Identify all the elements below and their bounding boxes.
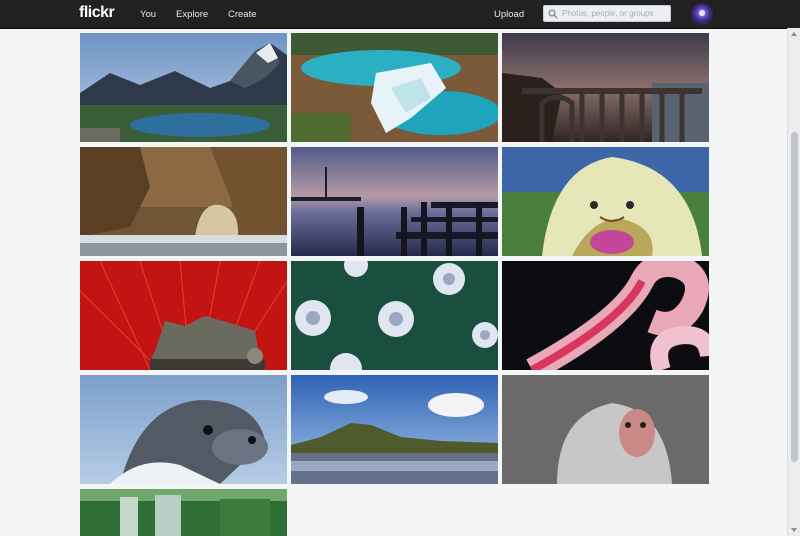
photo-tile-quadriga-fireworks[interactable] (80, 261, 287, 370)
scroll-thumb[interactable] (791, 132, 798, 462)
scroll-up-arrow-icon[interactable] (791, 32, 797, 36)
vertical-scrollbar[interactable] (787, 28, 800, 536)
search-icon (548, 9, 558, 19)
flickr-logo[interactable]: flickr (79, 4, 115, 22)
top-navigation-bar: flickr You Explore Create Upload (0, 0, 800, 29)
upload-link[interactable]: Upload (494, 9, 524, 20)
nav-you[interactable]: You (140, 9, 156, 20)
photo-tile-hill-landscape[interactable] (291, 375, 498, 484)
search-box[interactable] (543, 5, 671, 22)
photo-tile-seal[interactable] (80, 375, 287, 484)
photo-tile-turquoise-waterfall[interactable] (291, 33, 498, 142)
photo-tile-mountain-lake[interactable] (80, 33, 287, 142)
photo-tile-pink-tentacle[interactable] (502, 261, 709, 370)
photo-tile-pier-at-dusk[interactable] (291, 147, 498, 256)
photo-tile-stingray[interactable] (502, 147, 709, 256)
photo-tile-floating-ornaments[interactable] (291, 261, 498, 370)
photo-tile-jungle-waterfall[interactable] (80, 489, 287, 536)
nav-explore[interactable]: Explore (176, 9, 208, 20)
photo-tile-baboon[interactable] (502, 375, 709, 484)
avatar[interactable] (692, 4, 712, 24)
photo-tile-coastal-bridge[interactable] (502, 33, 709, 142)
scroll-down-arrow-icon[interactable] (791, 528, 797, 532)
search-input[interactable] (562, 6, 668, 21)
nav-create[interactable]: Create (228, 9, 257, 20)
photo-tile-sea-arch[interactable] (80, 147, 287, 256)
